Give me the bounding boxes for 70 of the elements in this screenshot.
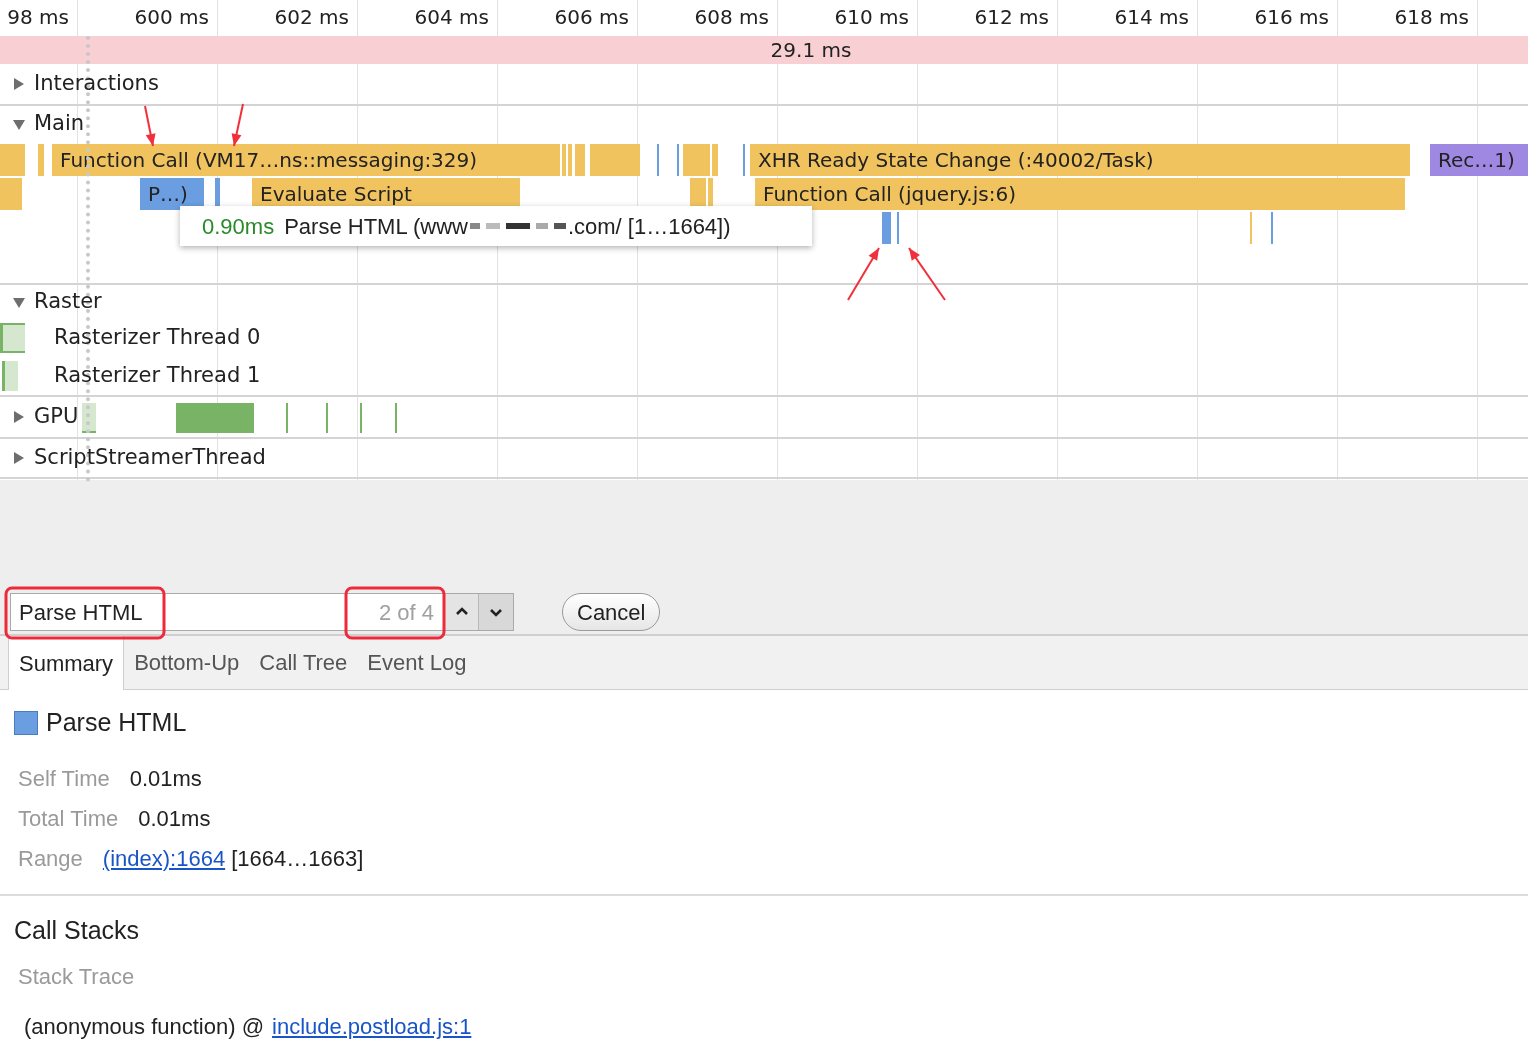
annotation-arrow [847,247,880,301]
time-tick-label: 614 ms [1113,4,1189,31]
annotation-arrow [144,105,156,147]
time-tick-label: 600 ms [133,4,209,31]
time-tick-label: 606 ms [553,4,629,31]
frame-duration: 29.1 ms [770,37,852,64]
event-bar [2,361,18,391]
time-tick-label: 98 ms [6,4,69,31]
event-bar [0,178,22,210]
expand-arrow-icon[interactable] [12,77,26,91]
summary-title: Parse HTML [46,707,187,739]
event-bar [590,144,640,176]
field-value: [1664…1663] [231,844,364,873]
event-bar: Function Call (VM17…ns::messaging:329) [52,144,560,176]
event-bar [882,212,891,244]
field-label: Range [18,844,83,873]
source-link[interactable]: (index):1664 [102,841,226,875]
track-label: Interactions [34,70,159,98]
time-tick-label: 604 ms [413,4,489,31]
track-label: Raster [34,288,102,316]
expand-arrow-icon[interactable] [12,117,26,131]
event-bar: Function Call (jquery.js:6) [755,178,1405,210]
tooltip-duration: 0.90ms [202,212,275,241]
track-label: GPU [34,403,79,431]
event-bar [712,144,718,176]
event-bar [562,144,566,176]
time-tick-label: 608 ms [693,4,769,31]
event-bar: XHR Ready State Change (:40002/Task) [750,144,1410,176]
event-bar [568,144,572,176]
expand-arrow-icon[interactable] [12,295,26,309]
event-bar [575,144,585,176]
tooltip-text: .com/ [1…1664]) [567,212,731,241]
cancel-button[interactable]: Cancel [562,593,661,631]
event-bar [82,403,96,433]
event-bar [683,144,710,176]
thread-label: Rasterizer Thread 1 [54,362,261,390]
annotation-arrow [231,103,244,147]
match-count: 2 of 4 [378,598,434,627]
tab[interactable]: Summary [8,636,125,690]
tab[interactable]: Event Log [357,636,477,689]
field-label: Self Time [18,764,110,793]
field-label: Total Time [18,804,119,833]
event-bar [0,144,25,176]
previous-match-button[interactable] [445,594,479,630]
expand-arrow-icon[interactable] [12,410,26,424]
track-label: ScriptStreamerThread [34,444,266,472]
section-subtitle: Stack Trace [17,963,136,991]
tab[interactable]: Bottom-Up [124,636,250,689]
track-label: Main [34,110,85,138]
time-tick-label: 602 ms [273,4,349,31]
event-bar [0,323,25,353]
event-bar: Rec…1) [1430,144,1528,176]
thread-label: Rasterizer Thread 0 [54,324,261,352]
time-tick-label: 610 ms [833,4,909,31]
source-link[interactable]: include.postload.js:1 [272,1010,472,1043]
field-value: 0.01ms [138,804,211,833]
time-tick-label: 616 ms [1253,4,1329,31]
search-field[interactable]: Parse HTML 2 of 4 [10,593,445,631]
time-tick-label: 618 ms [1393,4,1469,31]
tab[interactable]: Call Tree [249,636,358,689]
stack-frame: (anonymous function) @ [24,1010,264,1043]
annotation-arrow [908,247,946,301]
field-value: 0.01ms [129,764,202,793]
event-bar: P…) [140,178,204,210]
section-title: Call Stacks [14,915,141,946]
time-tick-label: 612 ms [973,4,1049,31]
expand-arrow-icon[interactable] [12,451,26,465]
tooltip-text: Parse HTML (www [284,212,468,241]
category-swatch [14,711,38,735]
event-bar [38,144,44,176]
